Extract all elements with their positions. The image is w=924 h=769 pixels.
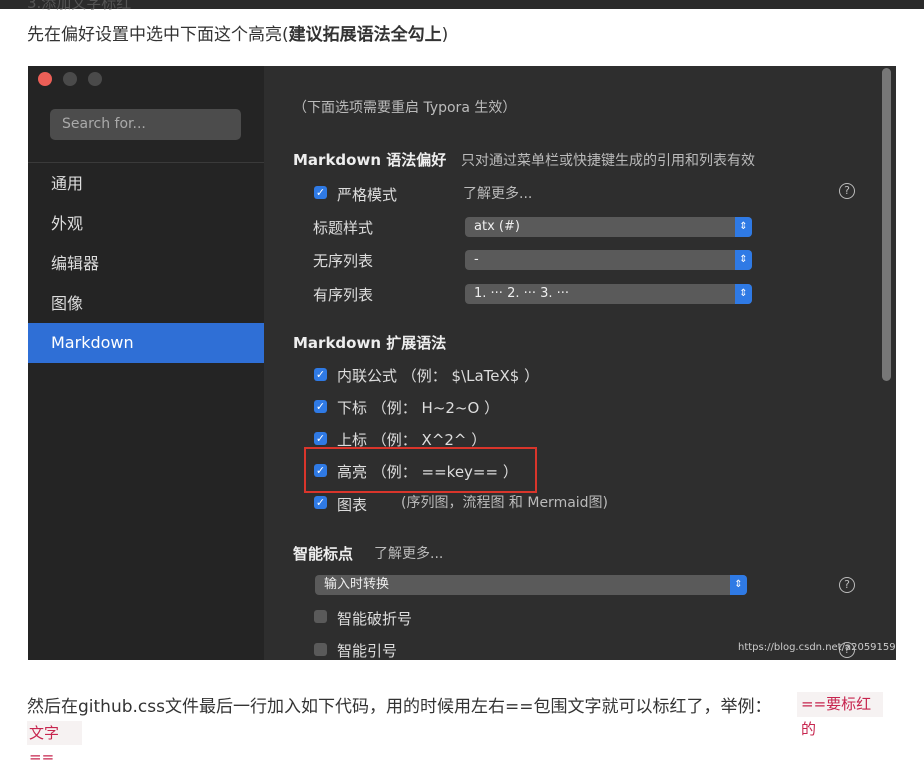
intro-prefix: 先在偏好设置中选中下面这个高亮( bbox=[27, 25, 289, 45]
intro-suffix: ) bbox=[441, 25, 449, 45]
cutoff-heading: 3.添加文字标红 bbox=[27, 0, 132, 12]
syntax-preference-heading: Markdown 语法偏好 bbox=[293, 151, 447, 169]
subscript-checkbox[interactable]: ✓ bbox=[314, 400, 327, 413]
unordered-list-value: - bbox=[474, 252, 479, 267]
help-icon[interactable]: ? bbox=[839, 577, 855, 593]
sidebar-item-appearance[interactable]: 外观 bbox=[28, 204, 264, 244]
strict-mode-label: 严格模式 bbox=[337, 186, 398, 204]
sidebar-item-markdown[interactable]: Markdown bbox=[28, 323, 264, 363]
ordered-list-label: 有序列表 bbox=[313, 286, 374, 304]
heading-style-label: 标题样式 bbox=[313, 219, 374, 237]
superscript-checkbox[interactable]: ✓ bbox=[314, 432, 327, 445]
select-chevron-icon: ⇕ bbox=[735, 250, 752, 270]
restart-note: （下面选项需要重启 Typora 生效） bbox=[293, 100, 517, 116]
scrollbar-thumb[interactable] bbox=[882, 68, 891, 381]
extended-syntax-heading: Markdown 扩展语法 bbox=[293, 334, 447, 352]
select-chevron-icon: ⇕ bbox=[730, 575, 747, 595]
strict-mode-checkbox[interactable]: ✓ bbox=[314, 186, 327, 199]
syntax-preference-subtitle: 只对通过菜单栏或快捷键生成的引用和列表有效 bbox=[461, 153, 755, 169]
highlight-annotation-box bbox=[304, 447, 537, 493]
heading-style-value: atx (#) bbox=[474, 219, 520, 234]
sidebar-item-general[interactable]: 通用 bbox=[28, 164, 264, 204]
select-chevron-icon: ⇕ bbox=[735, 217, 752, 237]
smart-punctuation-heading: 智能标点 bbox=[293, 545, 354, 563]
preferences-sidebar: Search for... 通用 外观 编辑器 图像 Markdown bbox=[28, 66, 264, 660]
smart-dash-label: 智能破折号 bbox=[337, 610, 413, 628]
sidebar-item-image[interactable]: 图像 bbox=[28, 284, 264, 324]
unordered-list-label: 无序列表 bbox=[313, 252, 374, 270]
sidebar-item-editor[interactable]: 编辑器 bbox=[28, 244, 264, 284]
smart-dash-checkbox[interactable] bbox=[314, 610, 327, 623]
typora-preferences-screenshot: Search for... 通用 外观 编辑器 图像 Markdown （下面选… bbox=[28, 66, 896, 660]
smart-quotes-checkbox[interactable] bbox=[314, 643, 327, 656]
intro-paragraph: 先在偏好设置中选中下面这个高亮(建议拓展语法全勾上) bbox=[27, 20, 448, 45]
sidebar-divider bbox=[28, 162, 264, 163]
smart-learn-more-link[interactable]: 了解更多... bbox=[374, 543, 443, 563]
unordered-list-select[interactable]: - ⇕ bbox=[465, 250, 752, 270]
subscript-label: 下标 （例： H~2~O ） bbox=[337, 399, 500, 417]
learn-more-link[interactable]: 了解更多... bbox=[463, 183, 532, 203]
inline-math-label: 内联公式 （例： $\LaTeX$ ） bbox=[337, 367, 540, 385]
diagrams-checkbox[interactable]: ✓ bbox=[314, 496, 327, 509]
inline-code-example-end: 文字== bbox=[27, 721, 82, 766]
diagrams-note: (序列图，流程图 和 Mermaid图) bbox=[401, 495, 609, 511]
smart-quotes-label: 智能引号 bbox=[337, 642, 398, 660]
close-window-button[interactable] bbox=[38, 72, 52, 86]
smart-punctuation-select[interactable]: 输入时转换 ⇕ bbox=[315, 575, 747, 595]
minimize-window-button[interactable] bbox=[63, 72, 77, 86]
search-input[interactable]: Search for... bbox=[50, 109, 241, 140]
watermark: https://blog.csdn.net/a2059159950 bbox=[738, 642, 896, 653]
help-icon[interactable]: ? bbox=[839, 183, 855, 199]
zoom-window-button[interactable] bbox=[88, 72, 102, 86]
inline-math-checkbox[interactable]: ✓ bbox=[314, 368, 327, 381]
outro-paragraph: 然后在github.css文件最后一行加入如下代码，用的时候用左右==包围文字就… bbox=[27, 697, 772, 717]
ordered-list-value: 1. ··· 2. ··· 3. ··· bbox=[474, 286, 570, 301]
top-bar bbox=[0, 0, 924, 9]
select-chevron-icon: ⇕ bbox=[735, 284, 752, 304]
smart-punctuation-value: 输入时转换 bbox=[324, 577, 390, 592]
diagrams-label: 图表 bbox=[337, 496, 368, 514]
preferences-panel: （下面选项需要重启 Typora 生效） Markdown 语法偏好 只对通过菜… bbox=[264, 66, 896, 660]
heading-style-select[interactable]: atx (#) ⇕ bbox=[465, 217, 752, 237]
ordered-list-select[interactable]: 1. ··· 2. ··· 3. ··· ⇕ bbox=[465, 284, 752, 304]
intro-bold: 建议拓展语法全勾上 bbox=[288, 25, 442, 45]
inline-code-example-start: ==要标红的 bbox=[797, 692, 883, 738]
